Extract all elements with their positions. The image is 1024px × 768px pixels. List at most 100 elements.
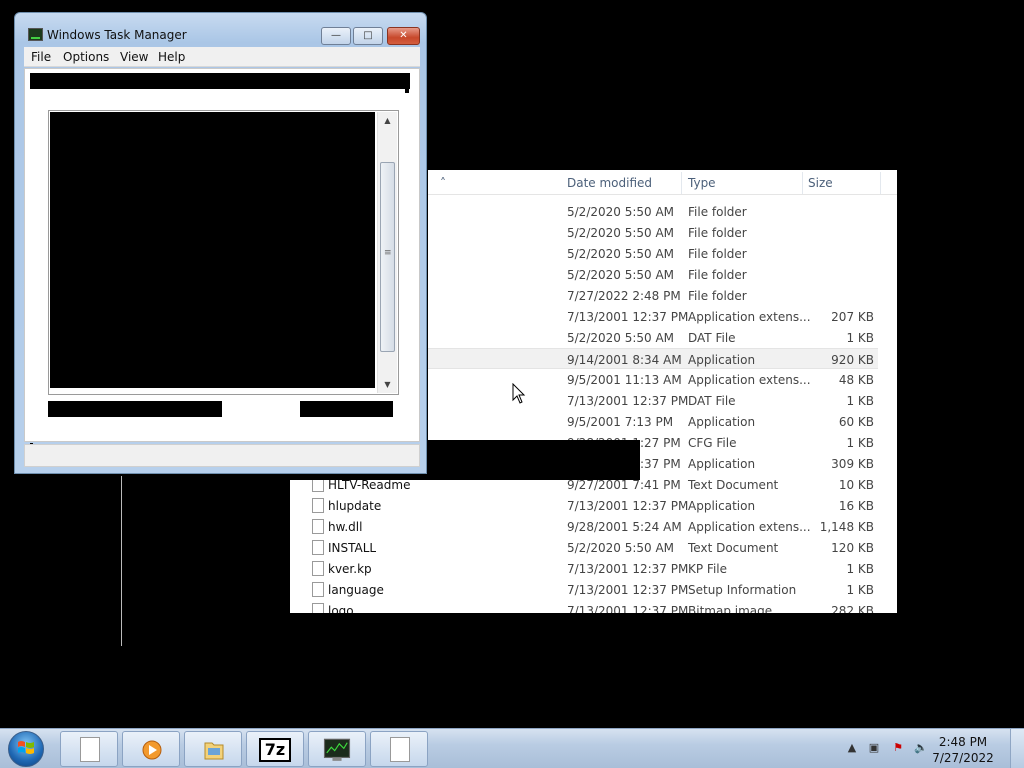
- document-icon: [80, 737, 100, 762]
- document-icon: [390, 737, 410, 762]
- desktop-divider: [121, 476, 122, 646]
- file-name: language: [328, 583, 384, 597]
- menu-help[interactable]: Help: [158, 50, 185, 64]
- file-size: 1 KB: [846, 436, 874, 450]
- file-type: Application: [688, 457, 756, 471]
- file-date-modified: 5/2/2020 5:50 AM: [567, 268, 675, 282]
- file-size: 207 KB: [831, 310, 874, 324]
- file-row[interactable]: kver.kp 7/13/2001 12:37 PM KP File 1 KB: [290, 558, 878, 579]
- file-size: 282 KB: [831, 604, 874, 613]
- close-button[interactable]: ✕: [387, 27, 420, 45]
- clock-time[interactable]: 2:48 PM: [932, 735, 994, 749]
- task-manager-app-icon: [28, 28, 43, 41]
- file-type: File folder: [688, 268, 747, 282]
- volume-icon[interactable]: 🔈: [914, 741, 928, 755]
- folder-icon: [204, 742, 224, 760]
- vertical-scrollbar[interactable]: ▲ ▼: [377, 112, 397, 393]
- process-list[interactable]: ▲ ▼: [48, 110, 399, 395]
- file-type: DAT File: [688, 331, 736, 345]
- file-row[interactable]: hlupdate 7/13/2001 12:37 PM Application 16 …: [290, 495, 878, 516]
- file-size: 1 KB: [846, 394, 874, 408]
- redacted-list-content: [50, 112, 375, 388]
- file-row[interactable]: INSTALL 5/2/2020 5:50 AM Text Document 120 …: [290, 537, 878, 558]
- file-size: 60 KB: [838, 415, 874, 429]
- menu-view[interactable]: View: [120, 50, 148, 64]
- taskbar-file-explorer-button[interactable]: [184, 731, 242, 767]
- file-size: 10 KB: [838, 478, 874, 492]
- file-type: Text Document: [688, 541, 779, 555]
- file-type: Text Document: [688, 478, 779, 492]
- task-manager-content: ▲ ▼: [24, 68, 420, 446]
- file-date-modified: 5/2/2020 5:50 AM: [567, 331, 675, 345]
- file-size: 1,148 KB: [819, 520, 874, 534]
- file-date-modified: 7/13/2001 12:37 PM: [567, 604, 689, 613]
- redacted-tab-strip: [405, 77, 409, 93]
- redacted-button: [300, 401, 393, 417]
- file-type: File folder: [688, 226, 747, 240]
- file-type: CFG File: [688, 436, 737, 450]
- clock-date[interactable]: 7/27/2022: [932, 751, 994, 765]
- file-size: 1 KB: [846, 331, 874, 345]
- file-icon: [312, 519, 324, 534]
- file-date-modified: 7/13/2001 12:37 PM: [567, 394, 689, 408]
- file-size: 1 KB: [846, 562, 874, 576]
- sort-chevron-icon: ˄: [440, 176, 446, 190]
- file-name: kver.kp: [328, 562, 372, 576]
- start-button[interactable]: [4, 729, 48, 768]
- file-name: HLTV-Readme: [328, 478, 411, 492]
- file-date-modified: 5/2/2020 5:50 AM: [567, 541, 675, 555]
- 7zip-icon: 7z: [259, 738, 291, 762]
- action-center-flag-icon[interactable]: ⚑: [891, 741, 905, 755]
- file-type: Application: [688, 415, 756, 429]
- file-name: INSTALL: [328, 541, 377, 555]
- file-icon: [312, 603, 324, 613]
- minimize-button[interactable]: —: [321, 27, 351, 45]
- file-name: hw.dll: [328, 520, 363, 534]
- file-icon: [312, 561, 324, 576]
- column-size[interactable]: Size: [808, 176, 833, 190]
- scroll-down-arrow-icon[interactable]: ▼: [378, 376, 397, 393]
- column-date-modified[interactable]: Date modified: [567, 176, 652, 190]
- scroll-thumb[interactable]: [380, 162, 395, 352]
- show-desktop-button[interactable]: [1010, 729, 1024, 768]
- file-row[interactable]: logo 7/13/2001 12:37 PM Bitmap image 282 KB: [290, 600, 878, 613]
- taskbar-7zip-button[interactable]: 7z: [246, 731, 304, 767]
- column-type[interactable]: Type: [688, 176, 716, 190]
- file-date-modified: 9/5/2001 7:13 PM: [567, 415, 674, 429]
- file-size: 48 KB: [838, 373, 874, 387]
- menu-file[interactable]: File: [31, 50, 51, 64]
- redacted-tab-strip: [30, 73, 410, 89]
- status-bar: [24, 444, 420, 467]
- file-name: hlupdate: [328, 499, 382, 513]
- file-date-modified: 7/13/2001 12:37 PM: [567, 583, 689, 597]
- taskbar-media-player-button[interactable]: [122, 731, 180, 767]
- file-type: KP File: [688, 562, 727, 576]
- taskbar-document-button[interactable]: [60, 731, 118, 767]
- task-manager-window[interactable]: Windows Task Manager — □ ✕ File Options …: [14, 12, 427, 474]
- file-type: File folder: [688, 247, 747, 261]
- network-icon[interactable]: ▣: [867, 741, 881, 755]
- taskbar-task-manager-button[interactable]: [308, 731, 366, 767]
- show-hidden-icons-chevron-icon[interactable]: ▲: [845, 741, 859, 755]
- scroll-up-arrow-icon[interactable]: ▲: [378, 112, 397, 129]
- maximize-button[interactable]: □: [353, 27, 383, 45]
- file-date-modified: 9/14/2001 8:34 AM: [567, 353, 682, 367]
- media-player-icon: [142, 740, 162, 760]
- file-type: Application extens...: [688, 520, 811, 534]
- file-date-modified: 5/2/2020 5:50 AM: [567, 247, 675, 261]
- file-date-modified: 9/5/2001 11:13 AM: [567, 373, 682, 387]
- menu-options[interactable]: Options: [63, 50, 109, 64]
- file-row[interactable]: language 7/13/2001 12:37 PM Setup Informat…: [290, 579, 878, 600]
- file-size: 120 KB: [831, 541, 874, 555]
- desktop: ˄ Date modified Type Size 5/2/2020 5:50 …: [0, 0, 1024, 768]
- title-bar[interactable]: Windows Task Manager — □ ✕: [15, 13, 426, 45]
- file-type: Setup Information: [688, 583, 797, 597]
- file-date-modified: 5/2/2020 5:50 AM: [567, 205, 675, 219]
- file-type: File folder: [688, 205, 747, 219]
- file-row[interactable]: hw.dll 9/28/2001 5:24 AM Application exten…: [290, 516, 878, 537]
- windows-logo-icon: [18, 741, 34, 754]
- file-name: logo: [328, 604, 354, 613]
- taskbar-document-button-2[interactable]: [370, 731, 428, 767]
- file-type: DAT File: [688, 394, 736, 408]
- file-type: Application extens...: [688, 373, 811, 387]
